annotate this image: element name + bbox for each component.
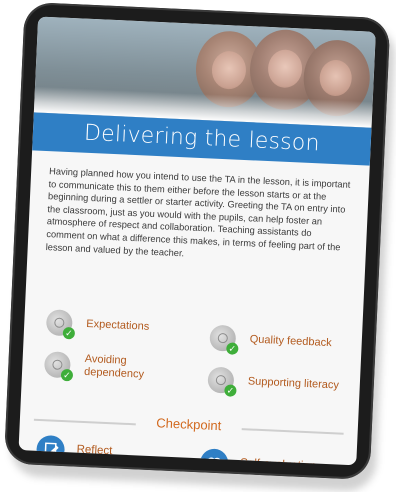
- heart-icon: [199, 448, 229, 466]
- body-paragraph: Having planned how you intend to use the…: [45, 166, 351, 258]
- checkmark-icon: ✓: [224, 384, 237, 397]
- reflect-button[interactable]: Reflect: [35, 434, 157, 465]
- hero-image: [33, 16, 376, 128]
- feature-avoiding-dependency[interactable]: ✓ Avoiding dependency: [43, 351, 185, 387]
- tablet-screen: Delivering the lesson Having planned how…: [18, 16, 376, 466]
- self-evaluation-button[interactable]: Self-evaluation: [199, 448, 350, 466]
- checkmark-icon: ✓: [62, 326, 76, 340]
- divider-right: [241, 428, 344, 435]
- feature-label: Supporting literacy: [247, 375, 340, 392]
- checkmark-icon: ✓: [226, 342, 239, 355]
- tablet-frame: Delivering the lesson Having planned how…: [3, 1, 391, 480]
- feature-expectations[interactable]: ✓ Expectations: [45, 309, 187, 345]
- feature-label: Avoiding dependency: [83, 352, 145, 381]
- feature-quality-feedback[interactable]: ✓ Quality feedback: [209, 324, 360, 362]
- feature-supporting-literacy[interactable]: ✓ Supporting literacy: [207, 366, 358, 404]
- self-evaluation-label: Self-evaluation: [239, 457, 317, 466]
- edit-icon: [35, 434, 66, 465]
- checkmark-icon: ✓: [60, 368, 74, 382]
- feature-label: Quality feedback: [249, 333, 332, 350]
- tablet-device: Delivering the lesson Having planned how…: [3, 1, 396, 492]
- feature-label: Expectations: [86, 317, 150, 333]
- reflect-label: Reflect: [76, 443, 113, 458]
- divider-left: [33, 418, 136, 426]
- checkpoint-heading: Checkpoint: [156, 415, 222, 434]
